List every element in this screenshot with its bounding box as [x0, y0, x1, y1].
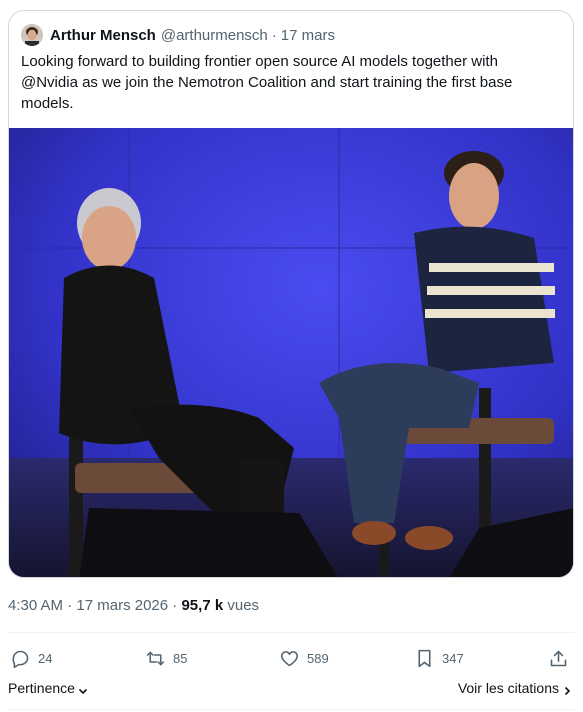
- post-header: Arthur Mensch @arthurmensch · 17 mars: [21, 23, 335, 47]
- avatar[interactable]: [21, 24, 43, 46]
- sort-label: Pertinence: [8, 680, 75, 696]
- header-separator: ·: [271, 26, 277, 44]
- bookmark-icon: [418, 649, 431, 667]
- post-date[interactable]: 17 mars: [281, 27, 335, 44]
- repost-count: 85: [173, 650, 188, 666]
- action-bar: 24 85 589 347: [8, 644, 574, 672]
- divider: [8, 709, 574, 710]
- view-quotes-link[interactable]: Voir les citations: [458, 680, 572, 696]
- author-name[interactable]: Arthur Mensch: [50, 27, 156, 44]
- meta-separator: ·: [168, 597, 182, 614]
- views-label: vues: [223, 597, 260, 614]
- sort-dropdown[interactable]: Pertinence: [8, 680, 88, 696]
- reply-button[interactable]: 24: [10, 644, 52, 672]
- post-card[interactable]: Arthur Mensch @arthurmensch · 17 mars Lo…: [8, 10, 574, 578]
- like-button[interactable]: 589: [279, 644, 329, 672]
- chevron-down-icon: [78, 683, 88, 695]
- view-quotes-label: Voir les citations: [457, 680, 559, 696]
- share-icon: [550, 650, 567, 666]
- like-icon: [280, 650, 299, 666]
- bookmark-button[interactable]: 347: [414, 644, 464, 672]
- author-handle[interactable]: @arthurmensch: [161, 27, 268, 44]
- meta-separator: ·: [63, 597, 77, 614]
- views-count: 95,7 k: [181, 597, 224, 614]
- repost-icon: [146, 651, 165, 665]
- post-photo[interactable]: [9, 128, 573, 577]
- replies-toolbar: Pertinence Voir les citations: [8, 680, 574, 700]
- repost-button[interactable]: 85: [145, 644, 187, 672]
- bookmark-count: 347: [442, 650, 464, 666]
- like-count: 589: [307, 650, 329, 666]
- post-meta: 4:30 AM · 17 mars 2026 · 95,7 k vues: [8, 597, 259, 614]
- share-button[interactable]: [548, 644, 569, 672]
- post-time[interactable]: 4:30 AM: [8, 597, 63, 614]
- reply-count: 24: [38, 650, 53, 666]
- post-full-date[interactable]: 17 mars 2026: [76, 597, 168, 614]
- divider: [8, 632, 574, 633]
- chevron-right-icon: [562, 683, 572, 696]
- reply-icon: [12, 650, 29, 668]
- post-text: Looking forward to building frontier ope…: [21, 53, 513, 112]
